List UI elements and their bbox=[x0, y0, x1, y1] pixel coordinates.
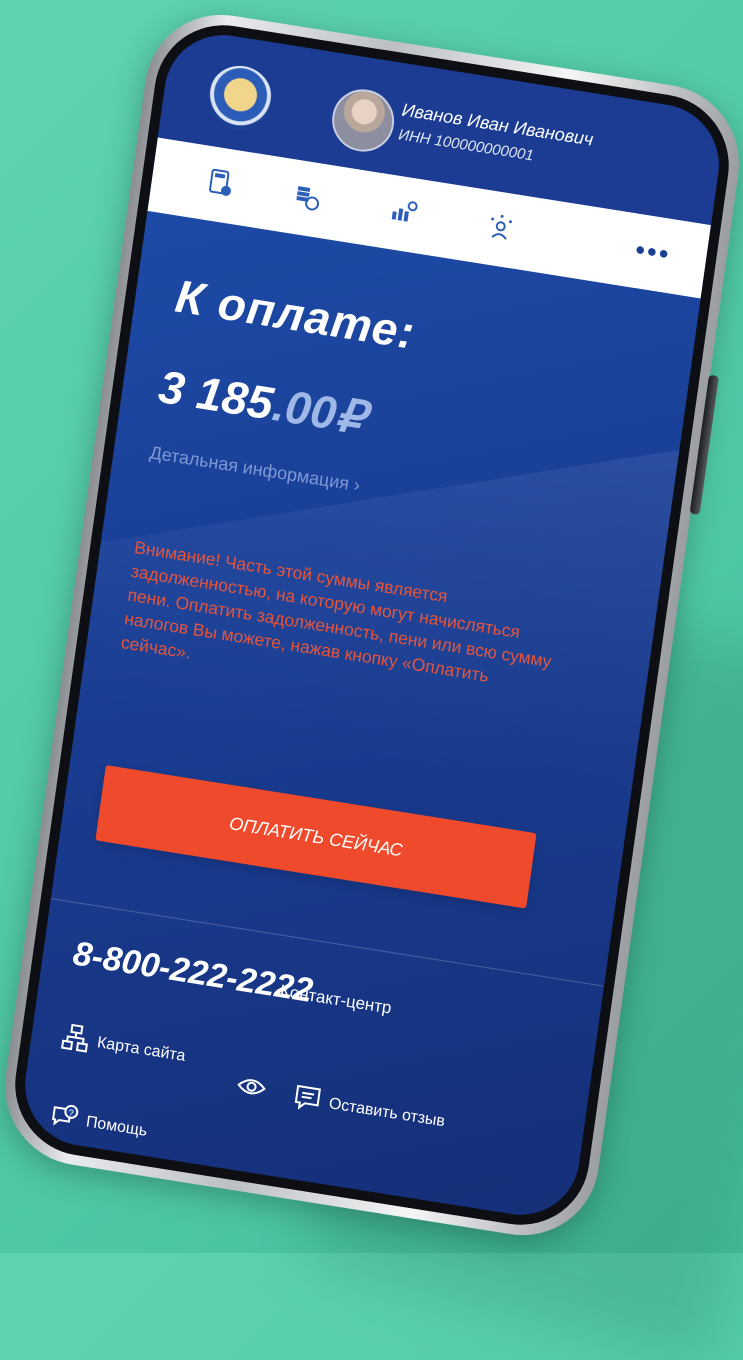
feedback-icon bbox=[291, 1083, 323, 1119]
eye-icon bbox=[235, 1074, 268, 1104]
leave-feedback-link[interactable]: Оставить отзыв bbox=[291, 1083, 447, 1139]
user-avatar[interactable] bbox=[328, 84, 399, 157]
chart-icon[interactable] bbox=[386, 195, 422, 232]
people-icon[interactable] bbox=[482, 210, 518, 247]
more-menu-icon[interactable]: ••• bbox=[633, 234, 672, 271]
payment-title: К оплате: bbox=[172, 269, 419, 359]
coins-icon[interactable] bbox=[289, 179, 325, 216]
help-label: Помощь bbox=[84, 1113, 149, 1140]
help-icon: ? bbox=[48, 1101, 80, 1137]
fns-emblem-logo[interactable] bbox=[204, 61, 277, 135]
calculator-icon[interactable] bbox=[202, 165, 238, 202]
pay-now-button[interactable]: ОПЛАТИТЬ СЕЙЧАС bbox=[95, 765, 537, 909]
sitemap-link[interactable]: Карта сайта bbox=[59, 1022, 187, 1073]
help-link[interactable]: ? Помощь bbox=[48, 1101, 149, 1148]
amount-main: 3 185 bbox=[155, 360, 277, 430]
debt-warning-text: Внимание! Часть этой суммы является задо… bbox=[119, 536, 553, 686]
sitemap-label: Карта сайта bbox=[96, 1034, 187, 1065]
amount-cents: .00₽ bbox=[269, 378, 369, 445]
sitemap-icon bbox=[59, 1022, 91, 1058]
detail-info-link[interactable]: Детальная информация › bbox=[148, 442, 362, 496]
payment-amount: 3 185.00₽ bbox=[155, 359, 369, 445]
contact-center-label: Контакт-центр bbox=[278, 981, 393, 1018]
accessibility-toggle[interactable] bbox=[235, 1074, 268, 1104]
feedback-label: Оставить отзыв bbox=[327, 1095, 446, 1131]
